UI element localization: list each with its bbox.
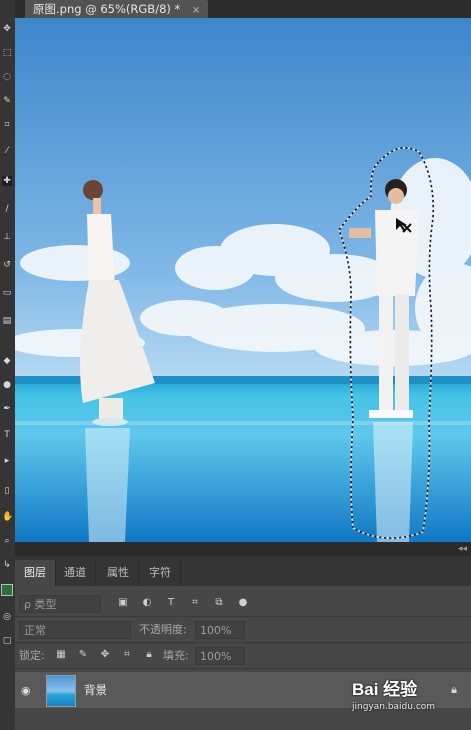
shape-tool-icon[interactable]: ▯ bbox=[2, 486, 12, 496]
tab-character[interactable]: 字符 bbox=[140, 560, 181, 586]
lock-pixels-icon[interactable]: ✎ bbox=[77, 649, 89, 661]
foreground-color-swatch[interactable] bbox=[1, 584, 13, 596]
adjustment-filter-icon[interactable]: ◐ bbox=[141, 597, 153, 609]
document-tab-bar: 原图.png @ 65%(RGB/8) * × bbox=[15, 0, 471, 18]
layer-filter-row: ρ 类型 ▣ ◐ T ⌗ ⧉ ● bbox=[15, 592, 471, 617]
history-brush-tool-icon[interactable]: ↺ bbox=[2, 260, 12, 270]
fill-label: 填充: bbox=[163, 649, 189, 662]
type-filter-icon[interactable]: T bbox=[165, 597, 177, 609]
blend-row: 正常 不透明度: 100% bbox=[15, 618, 471, 643]
zoom-tool-icon[interactable]: ⌕ bbox=[2, 536, 12, 546]
canvas[interactable] bbox=[15, 18, 471, 542]
pen-tool-icon[interactable]: ✒ bbox=[2, 404, 12, 414]
document-tab[interactable]: 原图.png @ 65%(RGB/8) * × bbox=[25, 0, 209, 18]
filter-kind-select[interactable]: ρ 类型 bbox=[19, 595, 101, 613]
type-tool-icon[interactable]: T bbox=[2, 430, 12, 440]
canvas-image bbox=[15, 18, 471, 542]
image-filter-icon[interactable]: ▣ bbox=[117, 597, 129, 609]
lock-position-icon[interactable]: ✥ bbox=[99, 649, 111, 661]
layer-thumbnail bbox=[46, 675, 76, 707]
watermark-url: jingyan.baidu.com bbox=[352, 702, 436, 712]
document-tab-title: 原图.png @ 65%(RGB/8) * bbox=[33, 2, 181, 16]
smart-object-filter-icon[interactable]: ⧉ bbox=[213, 597, 225, 609]
opacity-field[interactable]: 100% bbox=[195, 621, 245, 639]
eraser-tool-icon[interactable]: ▭ bbox=[2, 288, 12, 298]
move-tool-icon[interactable]: ✥ bbox=[2, 24, 12, 34]
tab-properties[interactable]: 属性 bbox=[98, 560, 139, 586]
quick-mask-icon[interactable]: ◎ bbox=[2, 612, 12, 622]
tab-layers[interactable]: 图层 bbox=[15, 560, 56, 586]
marquee-tool-icon[interactable]: ⬚ bbox=[2, 48, 12, 58]
gradient-tool-icon[interactable]: ▤ bbox=[2, 316, 12, 326]
path-select-tool-icon[interactable]: ▸ bbox=[2, 456, 12, 466]
lock-all-icon[interactable]: 🔒︎ bbox=[143, 649, 155, 661]
brush-tool-icon[interactable]: / bbox=[2, 204, 12, 214]
close-icon[interactable]: × bbox=[192, 5, 200, 16]
lasso-tool-icon[interactable]: ◌ bbox=[2, 72, 12, 82]
lock-artboard-icon[interactable]: ⌗ bbox=[121, 649, 133, 661]
opacity-label: 不透明度: bbox=[139, 623, 187, 636]
dodge-tool-icon[interactable]: ● bbox=[2, 380, 12, 390]
healing-tool-icon[interactable]: ✚ bbox=[2, 176, 12, 186]
crop-tool-icon[interactable]: ⌗ bbox=[2, 120, 12, 130]
watermark-logo: Bai 经验 bbox=[352, 680, 418, 699]
fill-field[interactable]: 100% bbox=[195, 647, 245, 665]
quick-select-tool-icon[interactable]: ✎ bbox=[2, 96, 12, 106]
swap-colors-icon[interactable]: ↳ bbox=[2, 560, 12, 570]
filter-toggle-icon[interactable]: ● bbox=[237, 597, 249, 609]
stamp-tool-icon[interactable]: ⊥ bbox=[2, 232, 12, 242]
screen-mode-icon[interactable]: ▢ bbox=[2, 636, 12, 646]
blend-mode-select[interactable]: 正常 bbox=[19, 621, 131, 639]
panel-collapse-bar: ◂◂ bbox=[15, 542, 471, 556]
layer-name[interactable]: 背景 bbox=[84, 672, 107, 708]
tools-panel: ✥ ⬚ ◌ ✎ ⌗ ⁄ ✚ / ⊥ ↺ ▭ ▤ ◆ ● ✒ T ▸ ▯ ✋ ⌕ … bbox=[0, 0, 16, 730]
eyedropper-tool-icon[interactable]: ⁄ bbox=[2, 146, 12, 156]
shape-filter-icon[interactable]: ⌗ bbox=[189, 597, 201, 609]
lock-transparency-icon[interactable]: ▦ bbox=[55, 649, 67, 661]
panel-tab-bar: 图层 通道 属性 字符 bbox=[15, 556, 471, 586]
baidu-jingyan-watermark: Bai 经验 jingyan.baidu.com bbox=[352, 675, 462, 712]
lock-row: 锁定: ▦ ✎ ✥ ⌗ 🔒︎ 填充: 100% bbox=[15, 644, 471, 669]
visibility-eye-icon[interactable]: ◉ bbox=[21, 684, 31, 697]
lock-label: 锁定: bbox=[19, 649, 45, 662]
hand-tool-icon[interactable]: ✋ bbox=[2, 512, 13, 522]
blur-tool-icon[interactable]: ◆ bbox=[2, 356, 12, 366]
collapse-icon[interactable]: ◂◂ bbox=[458, 542, 467, 556]
tab-channels[interactable]: 通道 bbox=[55, 560, 96, 586]
